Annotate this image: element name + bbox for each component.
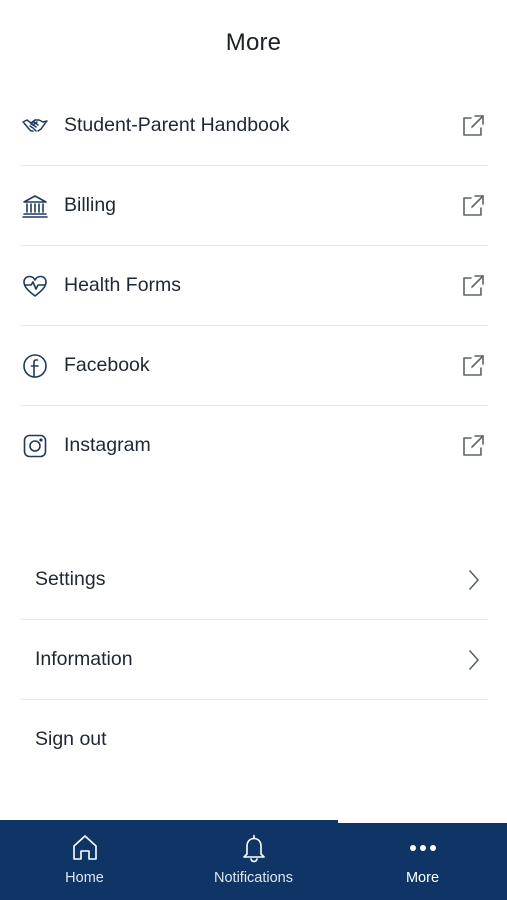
bottom-tab-bar: Home Notifications More: [0, 820, 507, 900]
sign-out-label: Sign out: [35, 728, 107, 750]
heartbeat-icon: [20, 271, 50, 301]
instagram-icon: [20, 431, 50, 461]
facebook-icon: [20, 351, 50, 381]
link-health-forms[interactable]: Health Forms: [20, 246, 488, 326]
link-handbook[interactable]: Student-Parent Handbook: [20, 86, 488, 166]
link-label: Student-Parent Handbook: [64, 114, 290, 136]
settings-label: Settings: [35, 568, 106, 590]
link-label: Health Forms: [64, 274, 182, 296]
external-link-icon: [463, 194, 484, 216]
active-tab-indicator: [338, 820, 507, 823]
tab-label: Home: [65, 870, 104, 886]
page-title: More: [225, 29, 282, 56]
information-item[interactable]: Information: [20, 620, 488, 700]
tab-label: Notifications: [214, 870, 293, 886]
handshake-icon: [20, 111, 50, 141]
home-icon: [72, 835, 97, 860]
external-link-icon: [463, 354, 484, 376]
settings-item[interactable]: Settings: [20, 540, 488, 620]
link-label: Billing: [64, 194, 117, 216]
chevron-right-icon: [469, 569, 479, 590]
settings-list: Settings Information Sign out: [20, 540, 488, 779]
tab-more[interactable]: More: [338, 820, 507, 900]
sign-out-item[interactable]: Sign out: [20, 700, 488, 779]
bell-icon: [242, 834, 265, 863]
tab-home[interactable]: Home: [0, 820, 169, 900]
tab-label: More: [405, 870, 440, 886]
information-label: Information: [35, 648, 133, 670]
external-link-icon: [463, 274, 484, 296]
external-link-icon: [463, 434, 484, 456]
page-header: More: [0, 0, 507, 86]
external-links-list: Student-Parent Handbook Billing Health F…: [20, 86, 488, 485]
tab-notifications[interactable]: Notifications: [169, 820, 338, 900]
link-label: Facebook: [64, 354, 150, 376]
external-link-icon: [463, 114, 484, 136]
link-instagram[interactable]: Instagram: [20, 406, 488, 485]
chevron-right-icon: [469, 649, 479, 670]
bank-icon: [20, 191, 50, 221]
link-facebook[interactable]: Facebook: [20, 326, 488, 406]
link-billing[interactable]: Billing: [20, 166, 488, 246]
link-label: Instagram: [64, 434, 151, 456]
more-dots-icon: [409, 845, 436, 851]
